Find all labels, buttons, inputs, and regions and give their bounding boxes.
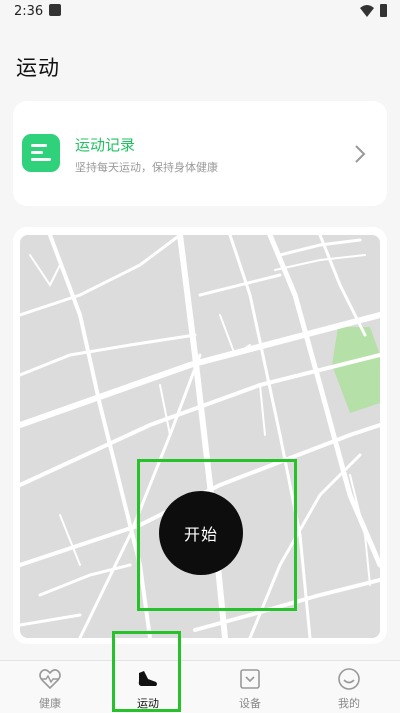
page-title: 运动 xyxy=(16,56,60,80)
record-subtitle: 坚持每天运动，保持身体健康 xyxy=(75,161,218,174)
record-title: 运动记录 xyxy=(75,136,136,154)
nav-label-mine: 我的 xyxy=(338,697,360,710)
bottom-nav: 健康 运动 设备 我的 xyxy=(0,660,400,713)
nav-label-device: 设备 xyxy=(239,697,261,710)
start-button[interactable]: 开始 xyxy=(159,491,243,575)
heart-pulse-icon xyxy=(39,669,61,690)
list-icon xyxy=(22,134,60,172)
nav-highlight-box xyxy=(112,631,181,712)
nav-item-health[interactable]: 健康 xyxy=(10,661,90,713)
battery-icon xyxy=(380,4,387,17)
exercise-record-card[interactable]: 运动记录 坚持每天运动，保持身体健康 xyxy=(13,101,387,206)
wifi-icon xyxy=(360,5,374,17)
nav-label-health: 健康 xyxy=(39,697,61,710)
device-icon xyxy=(240,669,260,689)
notification-icon xyxy=(49,4,61,16)
smile-icon xyxy=(338,668,360,690)
nav-item-device[interactable]: 设备 xyxy=(210,661,290,713)
status-bar: 2:36 xyxy=(0,0,400,24)
status-time: 2:36 xyxy=(14,4,44,19)
nav-item-mine[interactable]: 我的 xyxy=(309,661,389,713)
chevron-right-icon xyxy=(355,145,366,163)
